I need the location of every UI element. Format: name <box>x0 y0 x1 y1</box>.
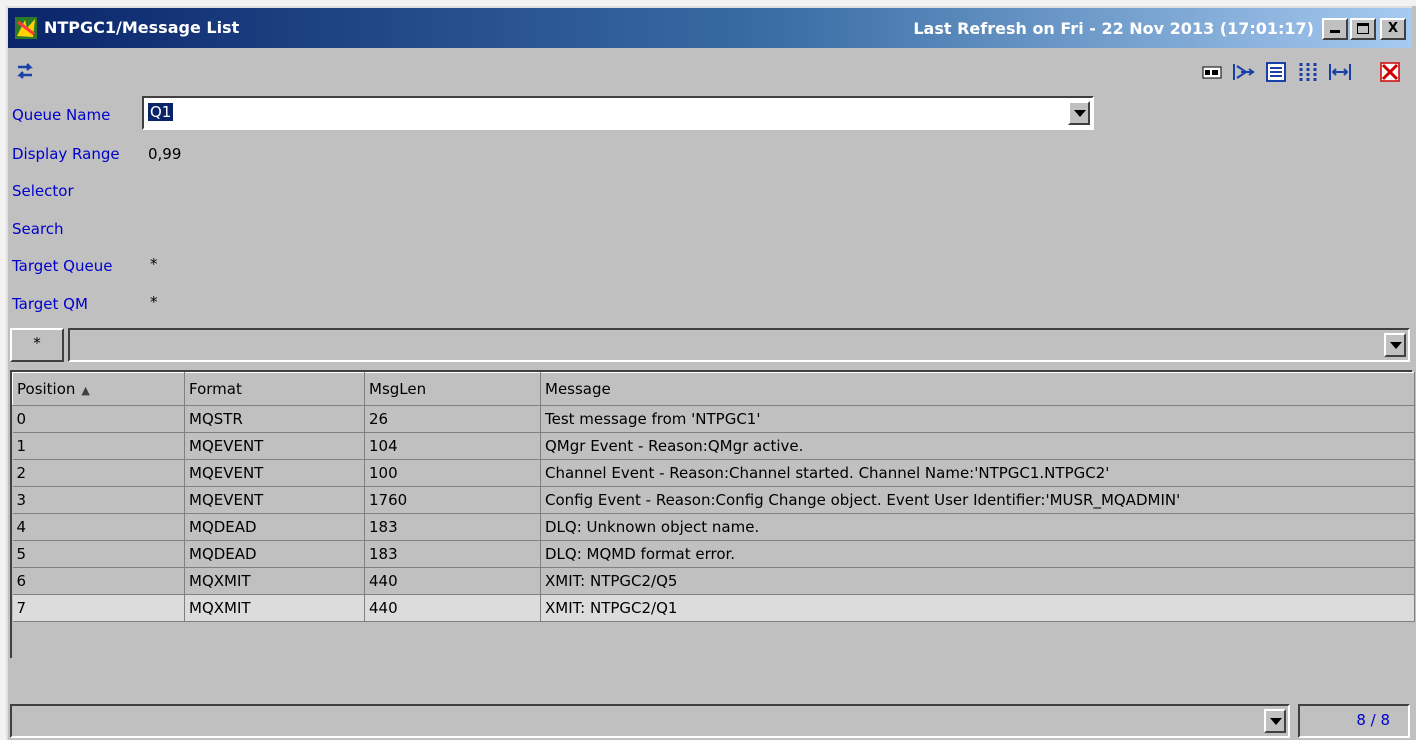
details-button[interactable] <box>1262 59 1290 85</box>
maximize-icon <box>1357 23 1369 34</box>
display-range-value: 0,99 <box>148 145 182 163</box>
details-icon <box>1266 62 1286 82</box>
search-label: Search <box>12 220 64 238</box>
table-row[interactable]: 0 MQSTR 26 Test message from 'NTPGC1' <box>12 405 1415 433</box>
target-qm-label: Target QM <box>12 295 88 313</box>
display-range-label: Display Range <box>12 145 120 163</box>
column-header-label: Message <box>545 380 611 398</box>
queue-name-label: Queue Name <box>12 106 111 124</box>
filter-combo[interactable] <box>68 328 1410 362</box>
columns-icon <box>1299 63 1317 81</box>
cell-format: MQSTR <box>184 405 365 433</box>
window-title: NTPGC1/Message List <box>44 18 240 37</box>
cell-position: 0 <box>12 405 185 433</box>
cell-position: 5 <box>12 540 185 568</box>
cell-format: MQEVENT <box>184 459 365 487</box>
column-header-label: Position <box>17 380 76 398</box>
cell-format: MQDEAD <box>184 513 365 541</box>
cell-msglen: 100 <box>364 459 541 487</box>
table-row[interactable]: 3 MQEVENT 1760 Config Event - Reason:Con… <box>12 486 1415 514</box>
message-view-icon <box>1202 66 1222 79</box>
cell-position: 4 <box>12 513 185 541</box>
column-header-format[interactable]: Format <box>184 372 365 406</box>
cell-msglen: 26 <box>364 405 541 433</box>
filter-star-button[interactable]: * <box>10 328 64 362</box>
cell-format: MQEVENT <box>184 486 365 514</box>
filter-button[interactable] <box>1230 59 1258 85</box>
queue-name-dropdown-button[interactable] <box>1068 101 1090 125</box>
table-row[interactable]: 6 MQXMIT 440 XMIT: NTPGC2/Q5 <box>12 567 1415 595</box>
cell-position: 1 <box>12 432 185 460</box>
close-window-icon <box>1380 62 1400 82</box>
title-bar[interactable]: NTPGC1/Message List Last Refresh on Fri … <box>8 8 1412 48</box>
table-row[interactable]: 2 MQEVENT 100 Channel Event - Reason:Cha… <box>12 459 1415 487</box>
fit-width-icon <box>1329 64 1351 80</box>
table-row[interactable]: 1 MQEVENT 104 QMgr Event - Reason:QMgr a… <box>12 432 1415 460</box>
cell-format: MQXMIT <box>184 567 365 595</box>
column-header-position[interactable]: Position ▲ <box>12 372 185 406</box>
column-header-label: MsgLen <box>369 380 427 398</box>
filter-row: * <box>10 326 1410 366</box>
status-dropdown-button[interactable] <box>1264 709 1286 733</box>
app-icon <box>15 17 37 39</box>
toolbar-icons <box>1198 58 1404 86</box>
cell-format: MQEVENT <box>184 432 365 460</box>
cell-message: DLQ: MQMD format error. <box>540 540 1415 568</box>
cell-message: QMgr Event - Reason:QMgr active. <box>540 432 1415 460</box>
toolbar <box>8 50 1412 92</box>
cell-format: MQXMIT <box>184 594 365 622</box>
cell-position: 2 <box>12 459 185 487</box>
maximize-button[interactable] <box>1350 18 1376 40</box>
message-table: Position ▲ Format MsgLen Message 0 MQSTR … <box>10 370 1415 658</box>
cell-msglen: 183 <box>364 540 541 568</box>
message-view-button[interactable] <box>1198 59 1226 85</box>
fit-width-button[interactable] <box>1326 59 1354 85</box>
columns-button[interactable] <box>1294 59 1322 85</box>
status-combo[interactable] <box>10 704 1290 738</box>
table-header-row: Position ▲ Format MsgLen Message <box>12 372 1415 406</box>
selector-label: Selector <box>12 182 74 200</box>
target-queue-label: Target Queue <box>12 257 113 275</box>
filter-icon <box>1233 64 1255 80</box>
table-row[interactable]: 4 MQDEAD 183 DLQ: Unknown object name. <box>12 513 1415 541</box>
close-button[interactable]: X <box>1380 18 1406 40</box>
chevron-down-icon <box>1270 718 1282 725</box>
cell-position: 3 <box>12 486 185 514</box>
refresh-icon[interactable] <box>14 60 36 82</box>
chevron-down-icon <box>1074 110 1086 117</box>
column-header-label: Format <box>189 380 242 398</box>
minimize-button[interactable] <box>1322 18 1348 40</box>
chevron-down-icon <box>1390 342 1402 349</box>
cell-position: 6 <box>12 567 185 595</box>
close-icon: X <box>1387 21 1399 36</box>
queue-name-combo[interactable]: Q1 <box>142 96 1094 130</box>
cell-message: Config Event - Reason:Config Change obje… <box>540 486 1415 514</box>
minimize-icon <box>1330 30 1340 33</box>
cell-msglen: 104 <box>364 432 541 460</box>
table-row-selected[interactable]: 7 MQXMIT 440 XMIT: NTPGC2/Q1 <box>12 594 1415 622</box>
cell-message: DLQ: Unknown object name. <box>540 513 1415 541</box>
cell-message: Test message from 'NTPGC1' <box>540 405 1415 433</box>
close-window-button[interactable] <box>1376 59 1404 85</box>
cell-format: MQDEAD <box>184 540 365 568</box>
cell-message: XMIT: NTPGC2/Q1 <box>540 594 1415 622</box>
sort-icon: ▲ <box>81 384 90 397</box>
cell-msglen: 183 <box>364 513 541 541</box>
message-count: 8 / 8 <box>1298 704 1410 738</box>
queue-name-value[interactable]: Q1 <box>148 103 174 121</box>
cell-position: 7 <box>12 594 185 622</box>
cell-msglen: 440 <box>364 567 541 595</box>
cell-message: XMIT: NTPGC2/Q5 <box>540 567 1415 595</box>
cell-msglen: 440 <box>364 594 541 622</box>
table-row[interactable]: 5 MQDEAD 183 DLQ: MQMD format error. <box>12 540 1415 568</box>
cell-message: Channel Event - Reason:Channel started. … <box>540 459 1415 487</box>
cell-msglen: 1760 <box>364 486 541 514</box>
last-refresh-text: Last Refresh on Fri - 22 Nov 2013 (17:01… <box>913 19 1314 38</box>
column-header-message[interactable]: Message <box>540 372 1415 406</box>
column-header-msglen[interactable]: MsgLen <box>364 372 541 406</box>
message-list-window: NTPGC1/Message List Last Refresh on Fri … <box>6 6 1415 740</box>
target-qm-value: * <box>150 293 158 311</box>
target-queue-value: * <box>150 255 158 273</box>
filter-dropdown-button[interactable] <box>1384 333 1406 357</box>
